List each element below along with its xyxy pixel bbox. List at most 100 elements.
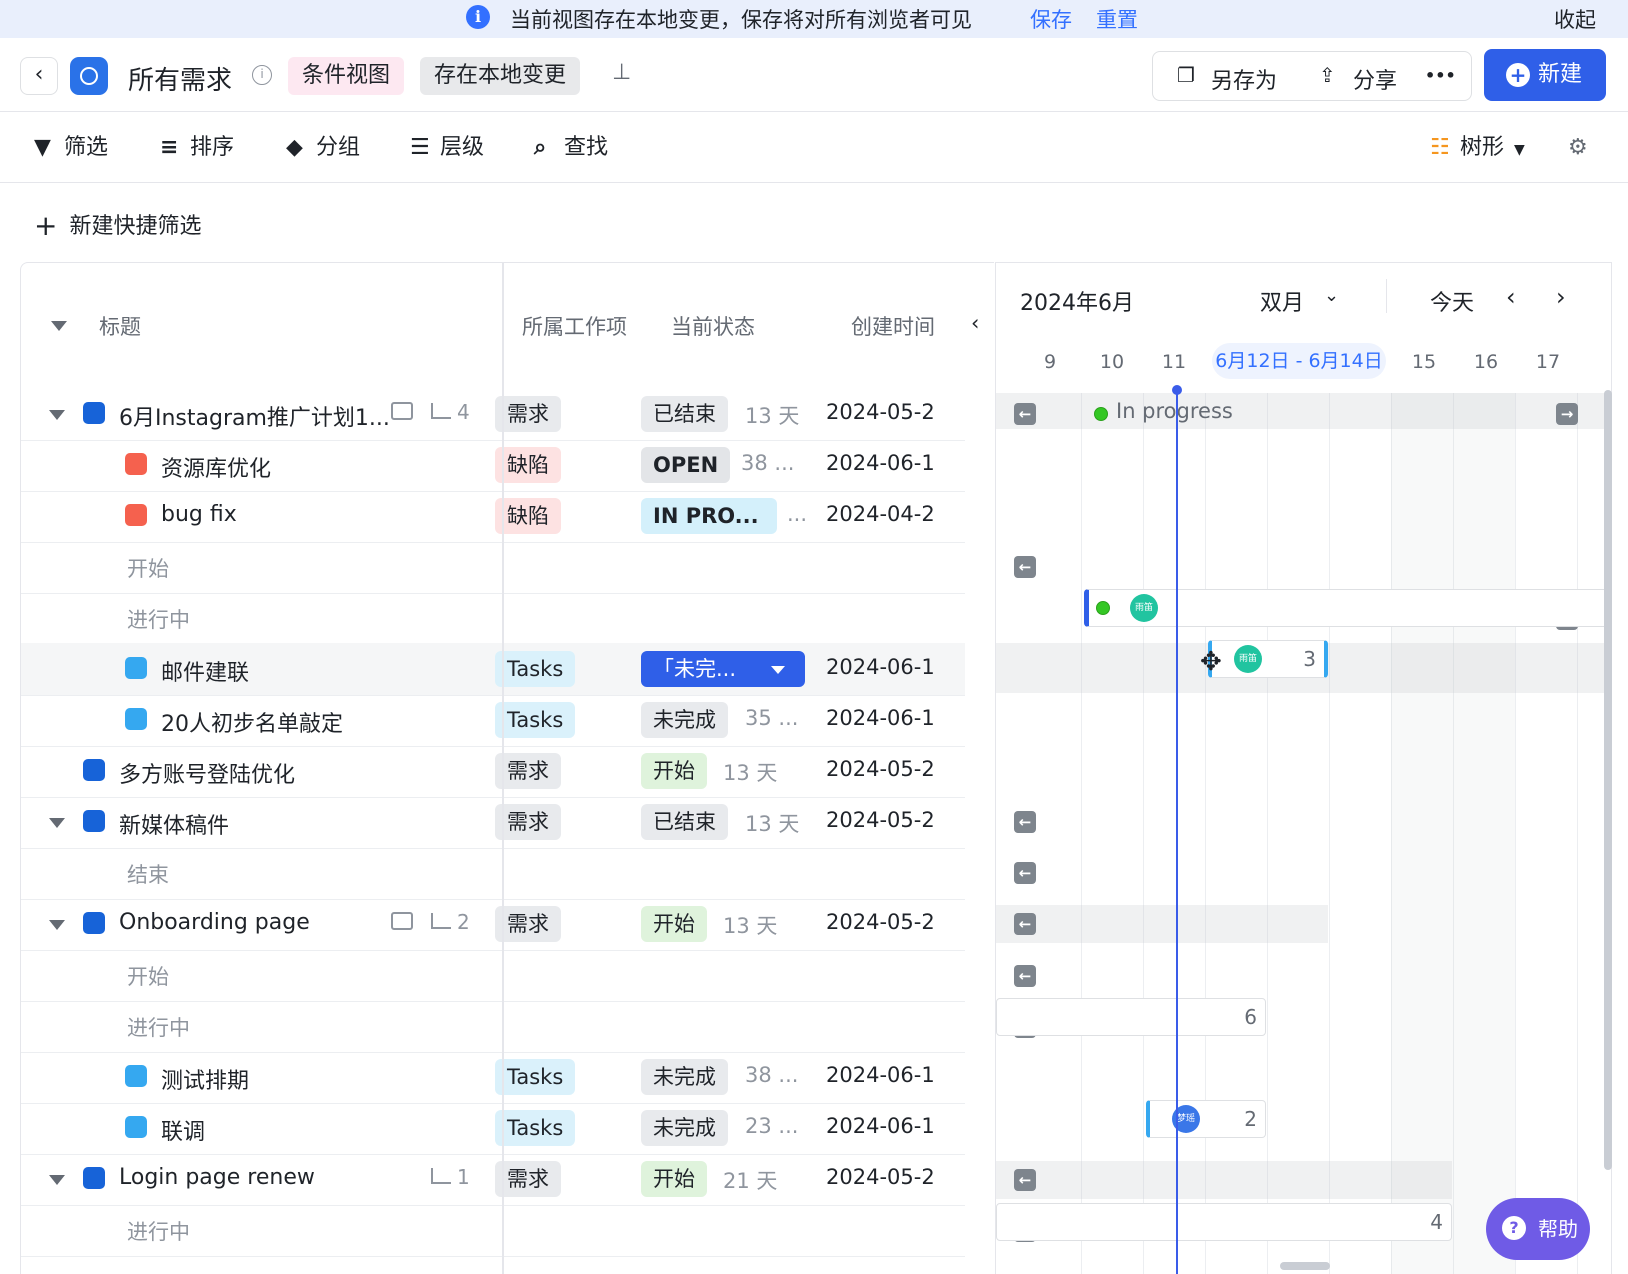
item-title[interactable]: 联调 (161, 1114, 205, 1146)
next-arrow-icon[interactable]: › (1556, 283, 1566, 311)
item-title[interactable]: 新媒体稿件 (119, 808, 229, 840)
scroll-left-icon[interactable]: ← (1014, 556, 1036, 578)
view-toolbar: ▼ 筛选 ≡ 排序 ◆ 分组 ☰ 层级 ⌕ 查找 ☷ 树形 ▼ ⚙ (0, 113, 1628, 183)
table-row[interactable]: 多方账号登陆优化 需求 开始 13 天 2024-05-2 (21, 745, 965, 798)
gantt-bar[interactable]: 6 (996, 998, 1266, 1036)
scroll-left-icon[interactable]: ← (1014, 913, 1036, 935)
comment-icon[interactable] (391, 402, 413, 420)
table-row[interactable]: 测试排期 Tasks 未完成 38 ... 2024-06-1 (21, 1051, 965, 1104)
item-type-icon (83, 759, 105, 781)
group-row[interactable]: 进行中 (21, 1204, 965, 1257)
scroll-left-icon[interactable]: ← (1014, 965, 1036, 987)
column-title[interactable]: 标题 (99, 311, 141, 341)
column-created[interactable]: 创建时间 (851, 311, 935, 341)
group-label: 分组 (316, 135, 361, 160)
horizontal-scrollbar[interactable] (1280, 1262, 1330, 1270)
table-row[interactable]: 联调 Tasks 未完成 23 ... 2024-06-1 (21, 1102, 965, 1155)
today-button[interactable]: 今天 (1430, 285, 1474, 317)
share-button[interactable]: 分享 (1353, 63, 1397, 95)
back-button[interactable]: ‹ (20, 57, 58, 95)
gantt-bar[interactable] (1084, 589, 1611, 627)
group-row[interactable]: 进行中 (21, 592, 965, 645)
app-icon (70, 57, 108, 95)
chevron-down-icon[interactable]: ⌄ (1324, 285, 1339, 306)
new-quick-filter[interactable]: + 新建快捷筛选 (34, 208, 201, 242)
created-date: 2024-04-2 (826, 502, 935, 526)
group-row[interactable]: 结束 (21, 847, 965, 900)
table-row[interactable]: 20人初步名单敲定 Tasks 未完成 35 ... 2024-06-1 (21, 694, 965, 747)
table-row[interactable]: 邮件建联 Tasks 「未完... 2024-06-1 (21, 643, 965, 696)
scroll-left-icon[interactable]: ← (1014, 403, 1036, 425)
level-button[interactable]: ☰ 层级 (410, 131, 484, 165)
item-title[interactable]: 多方账号登陆优化 (119, 757, 295, 789)
range-selector[interactable]: 双月 (1260, 285, 1304, 317)
scroll-left-icon[interactable]: ← (1014, 811, 1036, 833)
gantt-bar[interactable]: 2 (1146, 1100, 1266, 1138)
expand-icon[interactable] (49, 818, 65, 828)
item-title[interactable]: bug fix (161, 502, 237, 527)
vertical-scrollbar[interactable] (1604, 390, 1612, 1170)
day-label: 17 (1535, 351, 1561, 373)
gantt-chart: 2024年6月 双月 ⌄ 今天 ‹ › 9 10 11 6月12日 - 6月14日 15… (995, 262, 1612, 1274)
gantt-bar[interactable]: 3 (1208, 640, 1328, 678)
comment-icon[interactable] (391, 912, 413, 930)
tree-view-selector[interactable]: ☷ 树形 ▼ (1430, 131, 1525, 165)
item-title[interactable]: 测试排期 (161, 1063, 249, 1095)
status-tag[interactable]: 「未完... (641, 651, 805, 687)
expand-icon[interactable] (49, 410, 65, 420)
table-row[interactable]: 资源库优化 缺陷 OPEN 38 ... 2024-06-1 (21, 439, 965, 492)
view-header: ‹ 所有需求 i 条件视图 存在本地变更 ⊥ ❐ 另存为 ⇪ 分享 ••• 新建 (0, 40, 1628, 112)
table-row[interactable]: 6月Instagram推广计划1... 4 需求 已结束 13 天 2024-05-2 (21, 388, 965, 441)
save-link[interactable]: 保存 (1030, 4, 1072, 34)
item-title[interactable]: 资源库优化 (161, 451, 271, 483)
item-title[interactable]: 6月Instagram推广计划1... (119, 400, 390, 432)
move-cursor-icon: ✥ (1200, 647, 1222, 677)
expand-icon[interactable] (49, 920, 65, 930)
find-button[interactable]: ⌕ 查找 (534, 131, 608, 165)
scroll-left-icon[interactable]: ← (1014, 1169, 1036, 1191)
bar-count: 4 (1430, 1210, 1443, 1234)
summary-band (996, 1161, 1452, 1199)
status-tag: IN PRO... (641, 498, 777, 534)
collapse-link[interactable]: 收起 (1554, 4, 1596, 34)
pin-icon[interactable]: ⊥ (612, 60, 631, 85)
item-title[interactable]: 邮件建联 (161, 655, 249, 687)
view-type-tag[interactable]: 条件视图 (288, 57, 405, 95)
weekend-shade (1391, 393, 1515, 1274)
prev-arrow-icon[interactable]: ‹ (1506, 283, 1516, 311)
chevron-left-icon[interactable]: ‹ (971, 311, 979, 335)
table-row[interactable]: Login page renew 1 需求 开始 21 天 2024-05-2 (21, 1153, 965, 1206)
expand-icon[interactable] (49, 1175, 65, 1185)
collapse-all-icon[interactable] (51, 321, 67, 331)
sort-button[interactable]: ≡ 排序 (160, 131, 234, 165)
column-work-item[interactable]: 所属工作项 (522, 311, 627, 341)
table-row[interactable]: bug fix 缺陷 IN PRO...... 2024-04-2 (21, 490, 965, 543)
table-row[interactable]: 新媒体稿件 需求 已结束 13 天 2024-05-2 (21, 796, 965, 849)
item-title[interactable]: Onboarding page (119, 910, 310, 935)
group-row[interactable]: 进行中 (21, 1000, 965, 1053)
status-tag: 已结束 (641, 396, 728, 432)
help-button[interactable]: 帮助 (1486, 1198, 1590, 1260)
column-status[interactable]: 当前状态 (671, 311, 755, 341)
reset-link[interactable]: 重置 (1096, 4, 1138, 34)
gantt-bar[interactable]: 4 (996, 1203, 1452, 1241)
scroll-left-icon[interactable]: ← (1014, 862, 1036, 884)
work-item-type-tag: 需求 (495, 1161, 561, 1197)
new-button[interactable]: 新建 (1484, 49, 1606, 101)
work-item-type-tag: Tasks (495, 651, 576, 687)
local-changes-banner: i 当前视图存在本地变更，保存将对所有浏览者可见 保存 重置 收起 (0, 0, 1628, 38)
list-icon: ☰ (410, 135, 430, 160)
table-row[interactable]: Onboarding page 2 需求 开始 13 天 2024-05-2 (21, 898, 965, 951)
group-row[interactable]: 开始 (21, 949, 965, 1002)
settings-sliders-icon[interactable]: ⚙ (1568, 131, 1588, 165)
scroll-right-icon[interactable]: → (1556, 403, 1578, 425)
filter-button[interactable]: ▼ 筛选 (34, 131, 108, 165)
group-row[interactable]: 开始 (21, 541, 965, 594)
group-button[interactable]: ◆ 分组 (286, 131, 360, 165)
more-button[interactable]: ••• (1425, 66, 1456, 85)
local-changes-tag[interactable]: 存在本地变更 (420, 57, 581, 95)
save-as-button[interactable]: 另存为 (1211, 63, 1277, 95)
item-title[interactable]: Login page renew (119, 1165, 315, 1190)
item-title[interactable]: 20人初步名单敲定 (161, 706, 343, 738)
info-icon[interactable]: i (252, 65, 272, 85)
